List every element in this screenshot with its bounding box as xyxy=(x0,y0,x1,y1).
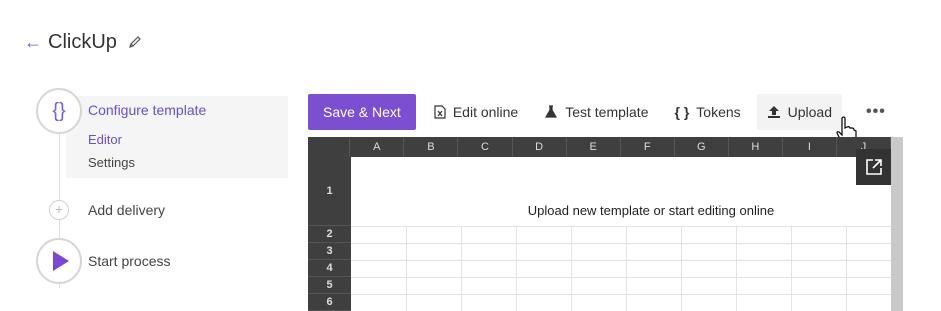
step-start-process[interactable]: Start process xyxy=(88,253,170,269)
back-arrow-icon[interactable]: ← xyxy=(24,32,46,53)
row-header: 3 xyxy=(308,243,351,260)
tokens-label: Tokens xyxy=(696,104,741,120)
editor-toolbar: Save & Next Edit online Test template { … xyxy=(308,94,886,130)
pencil-icon[interactable] xyxy=(127,34,143,50)
page-title: ClickUp xyxy=(48,30,117,53)
step-add-delivery[interactable]: Add delivery xyxy=(88,202,165,218)
sheet-grid[interactable]: Upload new template or start editing onl… xyxy=(351,157,891,311)
open-external-icon[interactable] xyxy=(856,149,892,185)
grid-line xyxy=(351,260,891,261)
column-header: G xyxy=(675,137,729,157)
column-header: E xyxy=(567,137,621,157)
step-configure-template[interactable]: Configure template xyxy=(88,102,206,118)
row-header-column: 1 2 3 4 5 6 xyxy=(308,157,351,311)
upload-icon xyxy=(767,105,781,119)
vertical-scrollbar[interactable] xyxy=(891,137,903,311)
column-header: H xyxy=(729,137,783,157)
save-next-button[interactable]: Save & Next xyxy=(308,94,416,130)
column-header-row: A B C D E F G H I J xyxy=(308,137,892,157)
steps-sidebar: {} Configure template Editor Settings + … xyxy=(36,88,288,288)
grid-line xyxy=(406,226,407,311)
page-header: ← ClickUp xyxy=(24,28,143,56)
column-header: C xyxy=(458,137,513,157)
braces-glyph: {} xyxy=(52,99,66,122)
edit-online-button[interactable]: Edit online xyxy=(424,94,528,130)
sheet-message: Upload new template or start editing onl… xyxy=(527,203,775,218)
configure-template-icon[interactable]: {} xyxy=(36,88,82,134)
row-header: 2 xyxy=(308,226,351,243)
grid-line xyxy=(351,294,891,295)
more-options-icon[interactable]: ••• xyxy=(866,103,886,121)
grid-line xyxy=(516,226,517,311)
add-delivery-icon[interactable]: + xyxy=(49,200,69,220)
row-header: 4 xyxy=(308,260,351,277)
grid-line xyxy=(791,226,792,311)
upload-label: Upload xyxy=(787,104,833,120)
excel-file-icon xyxy=(434,105,446,119)
column-header: A xyxy=(350,137,405,157)
row-header: 1 xyxy=(308,157,351,226)
braces-icon: { } xyxy=(674,104,690,120)
column-header: F xyxy=(621,137,675,157)
test-template-label: Test template xyxy=(565,104,649,120)
grid-line xyxy=(351,277,891,278)
sub-item-editor[interactable]: Editor xyxy=(88,132,122,147)
column-header: B xyxy=(404,137,459,157)
column-header: I xyxy=(783,137,837,157)
play-icon xyxy=(53,251,69,271)
grid-line xyxy=(571,226,572,311)
spreadsheet-preview[interactable]: A B C D E F G H I J 1 2 3 4 5 6 Upload n… xyxy=(308,137,903,311)
sheet-corner xyxy=(308,137,351,157)
grid-line xyxy=(736,226,737,311)
test-template-button[interactable]: Test template xyxy=(534,94,658,130)
edit-online-label: Edit online xyxy=(452,104,519,120)
sub-item-settings[interactable]: Settings xyxy=(88,155,135,170)
grid-line xyxy=(846,226,847,311)
row-header: 6 xyxy=(308,294,351,311)
grid-line xyxy=(351,243,891,244)
row-header: 5 xyxy=(308,277,351,294)
start-process-button[interactable] xyxy=(36,238,82,284)
grid-line xyxy=(351,226,891,227)
grid-line xyxy=(461,226,462,311)
grid-line xyxy=(681,226,682,311)
column-header: D xyxy=(513,137,567,157)
upload-button[interactable]: Upload xyxy=(756,94,843,130)
tokens-button[interactable]: { } Tokens xyxy=(664,94,750,130)
flask-icon xyxy=(544,105,558,119)
grid-line xyxy=(626,226,627,311)
